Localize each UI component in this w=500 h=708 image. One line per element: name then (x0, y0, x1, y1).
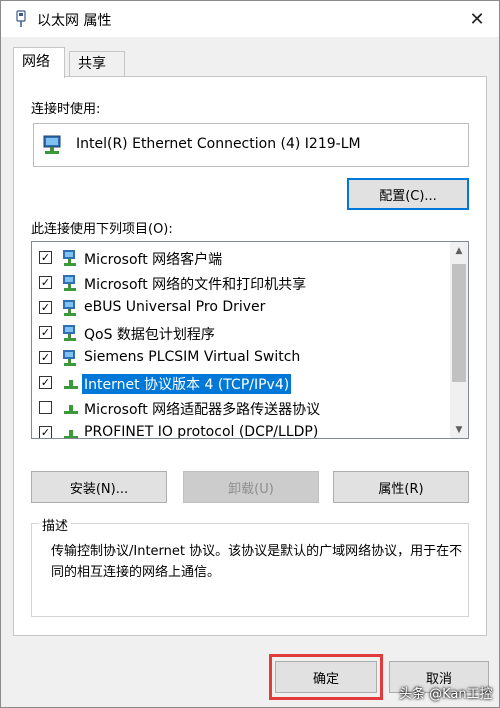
network-client-icon (63, 250, 76, 266)
uninstall-button: 卸载(U) (183, 471, 319, 503)
protocol-icon (64, 380, 78, 389)
description-title: 描述 (39, 515, 72, 534)
network-service-icon (63, 325, 76, 341)
close-button[interactable]: ✕ (455, 1, 499, 37)
item-label: Microsoft 网络的文件和打印机共享 (84, 277, 307, 293)
item-checkbox[interactable]: ✓ (39, 376, 52, 389)
item-checkbox[interactable]: ✓ (39, 251, 52, 264)
watermark: 头条 @Kan工控 (399, 687, 493, 702)
network-service-icon (63, 300, 76, 316)
properties-dialog: 以太网 属性 ✕ 网络 共享 连接时使用: Intel(R) Ethernet … (0, 0, 500, 708)
item-checkbox[interactable]: ✓ (39, 326, 52, 339)
scroll-down-arrow-icon[interactable]: ▼ (450, 421, 468, 438)
list-scrollbar[interactable]: ▲ ▼ (450, 242, 468, 438)
list-item[interactable]: ✓ eBUS Universal Pro Driver (32, 295, 448, 320)
tab-sharing[interactable]: 共享 (69, 51, 125, 77)
properties-button[interactable]: 属性(R) (333, 471, 469, 503)
item-checkbox[interactable]: ✓ (39, 301, 52, 314)
list-item[interactable]: ✓ Microsoft 网络客户端 (32, 245, 448, 270)
description-text: 传输控制协议/Internet 协议。该协议是默认的广域网络协议，用于在不同的相… (51, 544, 463, 580)
list-item[interactable]: ✓ QoS 数据包计划程序 (32, 320, 448, 345)
item-label: Microsoft 网络客户端 (84, 252, 223, 268)
list-item-selected[interactable]: ✓ Internet 协议版本 4 (TCP/IPv4) (32, 370, 448, 395)
scroll-up-arrow-icon[interactable]: ▲ (450, 242, 468, 259)
ok-highlight-box (269, 654, 383, 700)
list-item[interactable]: ✓ PROFINET IO protocol (DCP/LLDP) (32, 420, 448, 439)
network-service-icon (63, 350, 76, 366)
close-icon: ✕ (469, 8, 485, 30)
ethernet-icon (16, 10, 26, 27)
protocol-icon (64, 430, 78, 438)
network-service-icon (63, 275, 76, 291)
connect-using-label: 连接时使用: (31, 102, 101, 117)
tab-network[interactable]: 网络 (13, 47, 65, 78)
item-label: Siemens PLCSIM Virtual Switch (84, 349, 301, 365)
item-label: Internet 协议版本 4 (TCP/IPv4) (82, 374, 292, 394)
components-list[interactable]: ✓ Microsoft 网络客户端 ✓ Microsoft 网络的文件和打印机共… (31, 241, 469, 439)
list-item[interactable]: ✓ Microsoft 网络的文件和打印机共享 (32, 270, 448, 295)
protocol-icon (64, 405, 78, 414)
item-checkbox[interactable]: ✓ (39, 276, 52, 289)
item-checkbox[interactable] (39, 401, 52, 414)
list-item[interactable]: ✓ Siemens PLCSIM Virtual Switch (32, 345, 448, 370)
item-checkbox[interactable]: ✓ (39, 426, 52, 438)
item-checkbox[interactable]: ✓ (39, 351, 52, 364)
items-label: 此连接使用下列项目(O): (31, 222, 173, 237)
configure-button[interactable]: 配置(C)... (347, 178, 469, 210)
list-item[interactable]: Microsoft 网络适配器多路传送器协议 (32, 395, 448, 420)
item-label: eBUS Universal Pro Driver (84, 299, 266, 315)
install-button[interactable]: 安装(N)... (31, 471, 167, 503)
item-label: QoS 数据包计划程序 (84, 327, 215, 343)
window-title: 以太网 属性 (37, 13, 112, 29)
item-label: Microsoft 网络适配器多路传送器协议 (84, 402, 321, 418)
scroll-thumb[interactable] (452, 264, 466, 382)
title-bar: 以太网 属性 ✕ (1, 1, 499, 37)
adapter-field: Intel(R) Ethernet Connection (4) I219-LM (33, 123, 469, 167)
network-adapter-icon (43, 135, 61, 154)
item-label: PROFINET IO protocol (DCP/LLDP) (84, 424, 319, 439)
adapter-name: Intel(R) Ethernet Connection (4) I219-LM (76, 136, 361, 152)
